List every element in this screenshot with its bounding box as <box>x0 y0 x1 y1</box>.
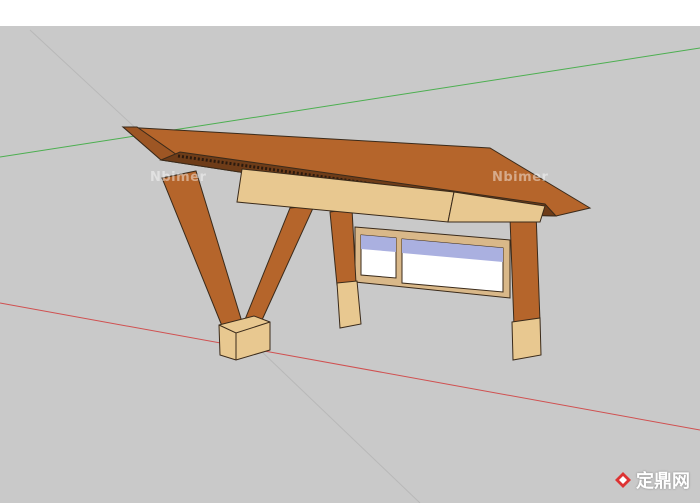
info-panel <box>354 226 511 299</box>
v-strut-left <box>161 170 243 327</box>
diamond-logo-icon <box>615 472 631 488</box>
model-viewport: Nbimer Nbimer 定鼎网 <box>0 0 700 503</box>
v-strut-right <box>243 205 315 323</box>
right-post <box>509 211 542 361</box>
brand-logo: 定鼎网 <box>614 467 690 493</box>
base-block <box>218 315 271 361</box>
watermark-right: Nbimer <box>492 170 549 185</box>
brand-text: 定鼎网 <box>636 471 690 492</box>
shelter-scene <box>0 29 700 503</box>
hidden-axis-bottom <box>259 349 421 503</box>
watermark-left: Nbimer <box>150 170 207 185</box>
